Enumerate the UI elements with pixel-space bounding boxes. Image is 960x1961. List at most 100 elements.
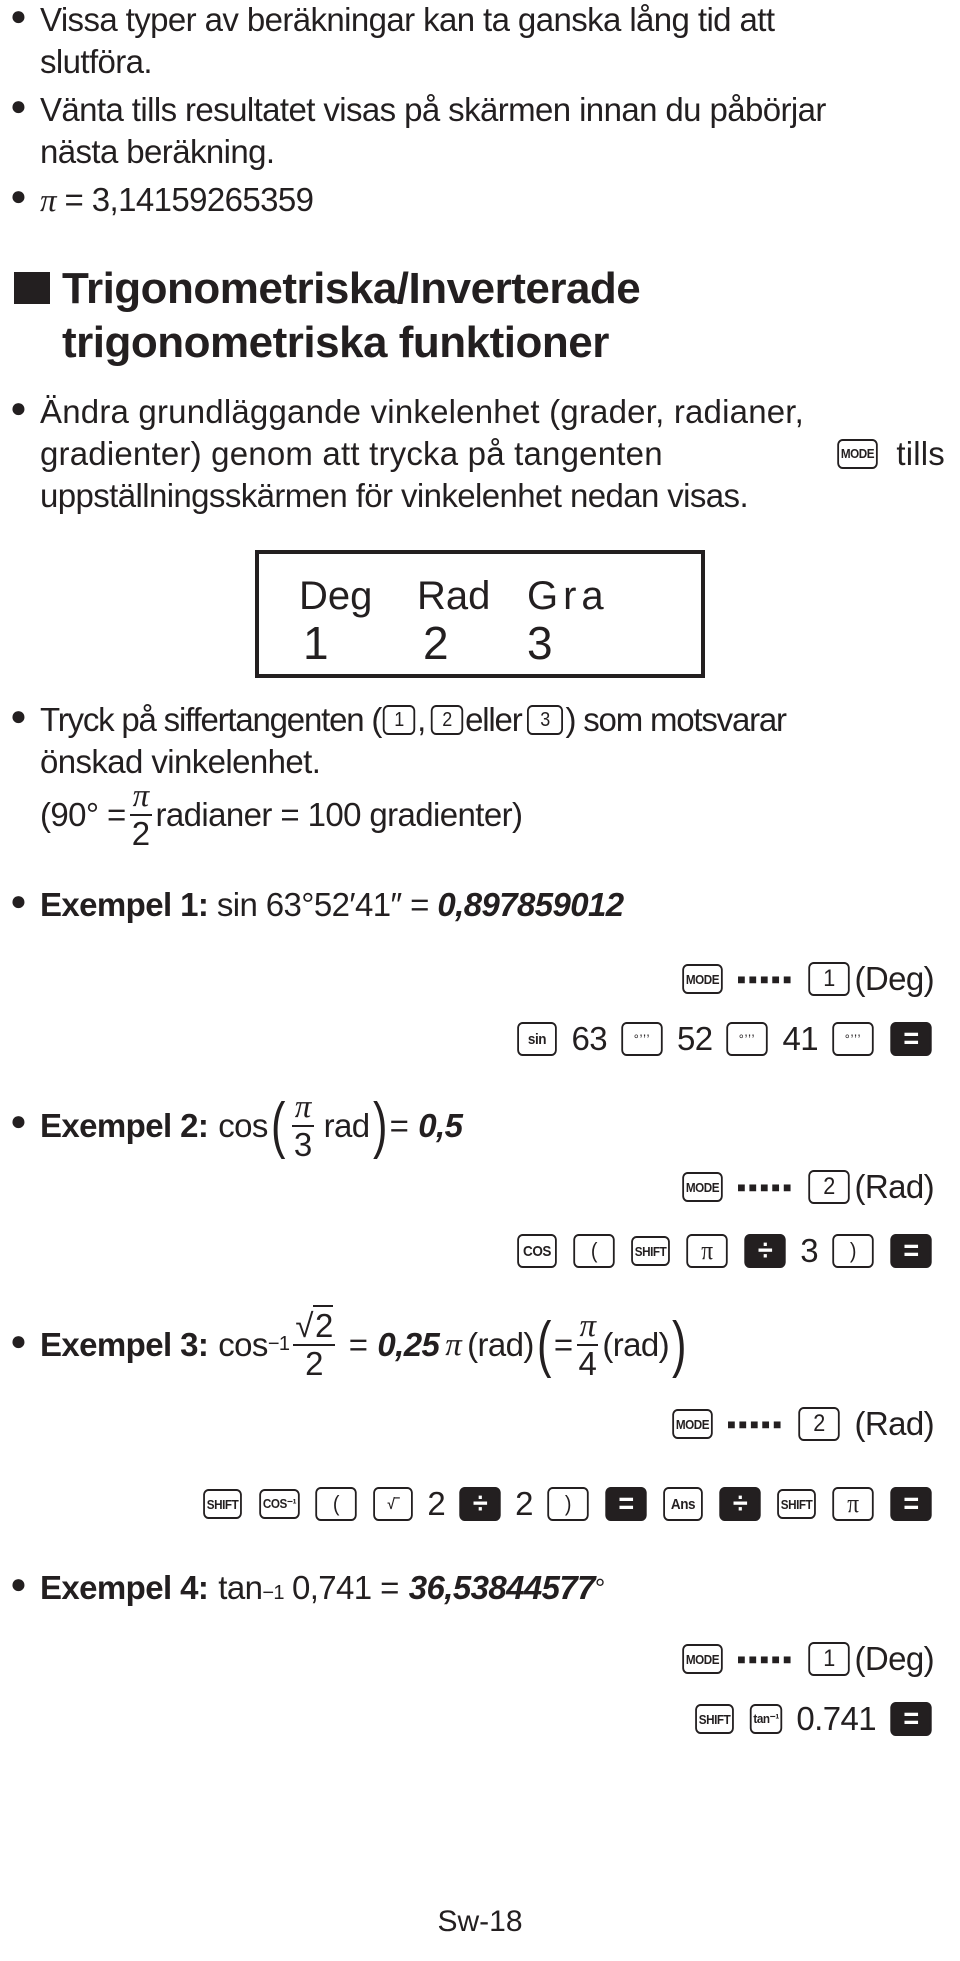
- pi-key: π: [686, 1234, 728, 1268]
- input-value: 41: [782, 1020, 818, 1057]
- close-paren-key: ): [547, 1487, 589, 1521]
- fraction-numerator: √2: [295, 1305, 333, 1344]
- example-2: Exempel 2: cos ( π 3 rad ) = 0,5: [40, 1086, 463, 1166]
- angle-equivalence: (90° = π 2 radianer = 100 gradienter): [40, 778, 524, 852]
- intro-bullet-1-line1: Vissa typer av beräkningar kan ta ganska…: [40, 1, 775, 38]
- section-square-icon: [14, 272, 50, 304]
- example-3-label: Exempel 3:: [40, 1326, 209, 1363]
- equals-key: =: [890, 1702, 932, 1736]
- bullet-icon: ●: [10, 180, 27, 211]
- example-2-key-sequence: COS (SHIFT π ÷ 3) =: [515, 1232, 934, 1270]
- key-2: 2: [430, 705, 464, 735]
- equals-key: =: [890, 1234, 932, 1268]
- unit-rad-2: (rad): [602, 1326, 669, 1363]
- pi-value: π = 3,14159265359: [40, 180, 314, 221]
- arctan-key: tan⁻¹: [750, 1704, 783, 1734]
- pi-over-3-fraction: π 3: [291, 1089, 314, 1163]
- dots-separator: ■■■■■: [737, 1651, 795, 1667]
- digit-bullet-text-or: eller: [465, 701, 523, 738]
- display-label-deg: Deg: [299, 574, 373, 618]
- equals-sign: =: [389, 1107, 409, 1144]
- example-4-expression: 0,741 =: [291, 1569, 399, 1606]
- example-3-result: 0,25: [377, 1326, 440, 1363]
- digit-bullet-text-b: ) som motsvarar: [565, 701, 787, 738]
- key-1: 1: [808, 962, 851, 996]
- unit-label: (Deg): [854, 1640, 934, 1677]
- angle-bullet-text-a: gradienter) genom att trycka på tangente…: [40, 435, 663, 472]
- example-4-mode-row: MODE ■■■■■ 1 (Deg): [680, 1640, 935, 1678]
- example-2-mode-row: MODE ■■■■■ 2 (Rad): [680, 1168, 935, 1206]
- example-3: Exempel 3: cos −1 √2 2 = 0,25 π (rad) ( …: [40, 1300, 689, 1390]
- intro-bullet-2-line2: nästa beräkning.: [40, 133, 275, 170]
- equals-key: =: [605, 1487, 647, 1521]
- degree-symbol: °: [594, 1573, 605, 1603]
- angle-bullet-line1: Ändra grundläggande vinkelenhet (grader,…: [40, 393, 805, 430]
- arccos-key: COS⁻¹: [258, 1489, 300, 1519]
- fraction-numerator: π: [294, 1089, 312, 1125]
- digit-bullet-text-a: Tryck på siffertangenten (: [40, 701, 382, 738]
- unit-label: (Rad): [854, 1168, 934, 1205]
- example-4-key-sequence: SHIFT tan⁻¹ 0.741 =: [693, 1700, 934, 1738]
- bullet-icon: ●: [10, 0, 27, 31]
- sin-key: sin: [517, 1022, 558, 1056]
- mode-key: MODE: [682, 964, 723, 994]
- example-1-result: 0,897859012: [437, 886, 624, 923]
- dots-separator: ■■■■■: [727, 1416, 785, 1432]
- example-3-key-sequence: SHIFT COS⁻¹ (√‾ 2 ÷ 2) = Ans ÷ SHIFT π =: [201, 1485, 934, 1523]
- sqrt2-over-2-fraction: √2 2: [293, 1305, 335, 1382]
- display-label-gra: Gra: [527, 574, 609, 618]
- bullet-icon: ●: [10, 1325, 27, 1356]
- key-3: 3: [527, 705, 564, 735]
- fraction-denominator: 2: [305, 1345, 323, 1382]
- key-1: 1: [808, 1642, 851, 1676]
- example-4-tan: tan: [218, 1569, 263, 1606]
- degree-minute-second-key: °’’’: [621, 1022, 663, 1056]
- comma: ,: [417, 701, 426, 738]
- open-paren: (: [270, 1091, 285, 1160]
- display-label-rad: Rad: [417, 574, 491, 618]
- input-value: 3: [800, 1232, 818, 1269]
- fraction-denominator: 3: [293, 1126, 312, 1163]
- example-1-label: Exempel 1:: [40, 886, 209, 923]
- example-1-expression: sin 63°52′41″ =: [216, 886, 430, 923]
- example-2-rad: rad: [323, 1107, 371, 1144]
- mode-key: MODE: [682, 1644, 723, 1674]
- example-2-label: Exempel 2:: [40, 1107, 209, 1144]
- fraction-denominator: 2: [131, 815, 150, 852]
- inverse-superscript: −1: [262, 1582, 284, 1604]
- open-paren: (: [536, 1310, 551, 1379]
- fraction-numerator: π: [132, 778, 150, 814]
- bullet-icon: ●: [10, 700, 27, 731]
- equivalence-rest: radianer = 100 gradienter): [155, 796, 524, 833]
- shift-key: SHIFT: [777, 1489, 816, 1519]
- example-4-label: Exempel 4:: [40, 1569, 209, 1606]
- cos-key: COS: [517, 1234, 557, 1268]
- unit-rad: (rad): [467, 1326, 534, 1363]
- angle-bullet-line3: uppställningsskärmen för vinkelenhet ned…: [40, 477, 749, 514]
- equals-sign-2: =: [553, 1326, 573, 1363]
- section-heading-line1: Trigonometriska/Inverterade: [62, 264, 641, 313]
- example-2-cos: cos: [218, 1107, 268, 1144]
- display-number-3: 3: [527, 617, 553, 669]
- divide-key: ÷: [719, 1487, 761, 1521]
- intro-bullet-2-line1: Vänta tills resultatet visas på skärmen …: [40, 91, 826, 128]
- key-2: 2: [798, 1407, 841, 1441]
- close-paren: ): [672, 1310, 687, 1379]
- input-value: 52: [676, 1020, 713, 1057]
- divide-key: ÷: [459, 1487, 501, 1521]
- pi-value-text: = 3,14159265359: [55, 181, 314, 218]
- unit-label: (Deg): [854, 960, 934, 997]
- equals-key: =: [890, 1022, 932, 1056]
- key-1: 1: [382, 705, 416, 735]
- bullet-icon: ●: [10, 90, 27, 121]
- input-value: 63: [571, 1020, 607, 1057]
- shift-key: SHIFT: [203, 1489, 243, 1519]
- angle-bullet-line2: gradienter) genom att trycka på tangente…: [40, 434, 945, 474]
- open-paren-key: (: [573, 1234, 615, 1268]
- example-3-cos: cos: [218, 1326, 268, 1363]
- pi-over-4-fraction: π 4: [576, 1308, 599, 1382]
- input-value: 2: [427, 1485, 446, 1522]
- inverse-superscript: −1: [267, 1333, 290, 1355]
- mode-key: MODE: [682, 1172, 723, 1202]
- pi-key: π: [832, 1487, 874, 1521]
